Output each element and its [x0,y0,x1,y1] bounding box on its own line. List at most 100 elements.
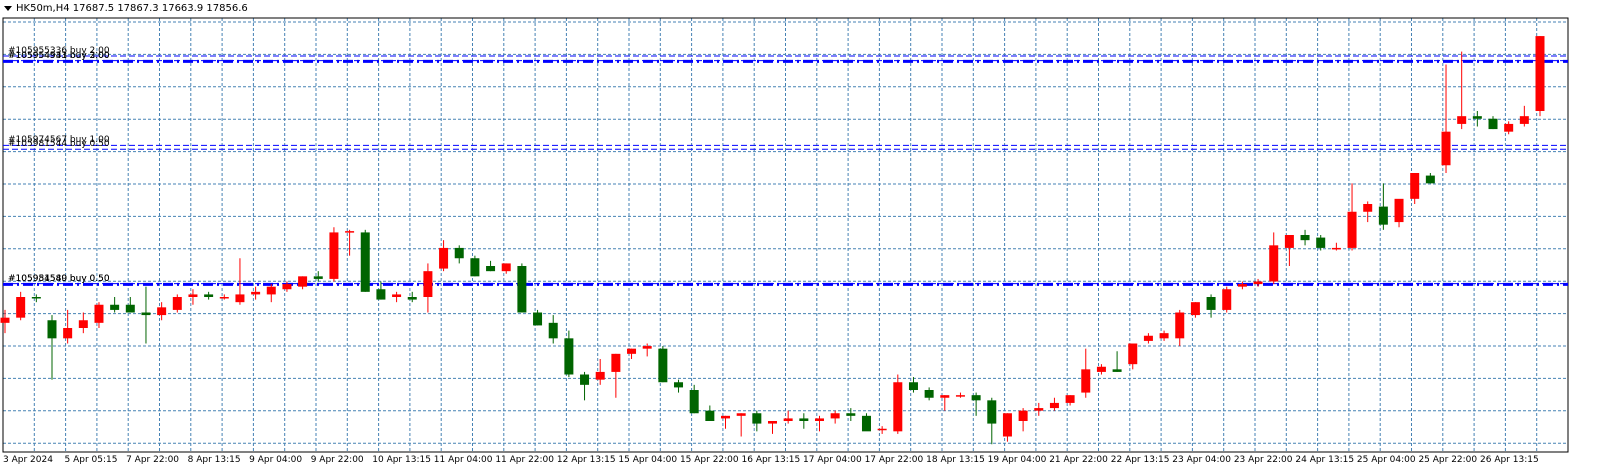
candle-body [924,390,934,398]
candle[interactable] [1488,116,1498,130]
candle-body [1457,116,1467,124]
candle-body [439,247,449,269]
candle[interactable] [94,302,104,328]
candle[interactable] [924,387,934,401]
candle[interactable] [16,291,26,321]
x-tick-label: 8 Apr 13:15 [187,455,241,465]
candle[interactable] [830,410,840,424]
candle[interactable] [611,353,621,398]
candle[interactable] [1457,51,1467,130]
candle[interactable] [110,297,120,313]
candle[interactable] [78,312,88,334]
candle[interactable] [329,227,339,282]
candle[interactable] [298,276,308,290]
x-tick-label: 25 Apr 04:00 [1356,455,1416,465]
candle-body [752,413,762,424]
candle[interactable] [360,229,370,292]
candle[interactable] [266,284,276,303]
candle-body [1065,395,1075,403]
candle[interactable] [219,294,229,300]
candle[interactable] [580,371,590,401]
candle[interactable] [1269,232,1279,285]
candle[interactable] [141,286,151,344]
candle[interactable] [642,343,652,357]
candle[interactable] [799,413,809,429]
candle-body [31,297,41,299]
candle[interactable] [595,359,605,385]
candle[interactable] [1300,229,1310,246]
candle[interactable] [955,392,965,398]
candle[interactable] [533,309,543,326]
candle[interactable] [1175,309,1185,347]
candle-body [955,395,965,397]
candle-body [1269,245,1279,282]
candle[interactable] [172,294,182,313]
candle-body [721,415,731,419]
candle[interactable] [752,410,762,432]
candle-body [1347,211,1357,248]
candle-body [642,346,652,349]
candle[interactable] [1222,286,1232,313]
candle[interactable] [423,263,433,313]
candle[interactable] [1002,413,1012,442]
candle[interactable] [627,348,637,359]
candle[interactable] [1237,281,1247,290]
candle-body [580,374,590,385]
candle[interactable] [1535,36,1545,117]
candle[interactable] [548,315,558,344]
candle-body [392,294,402,297]
candle[interactable] [1425,173,1435,184]
candle[interactable] [345,229,355,256]
candle[interactable] [501,263,511,274]
x-tick-label: 15 Apr 04:00 [618,455,678,465]
candle[interactable] [31,294,41,303]
candle[interactable] [1519,105,1529,127]
candle[interactable] [125,297,135,313]
candle[interactable] [1331,242,1341,251]
candle[interactable] [517,263,527,313]
candle-body [63,328,73,339]
candle[interactable] [705,405,715,422]
candle[interactable] [1112,351,1122,372]
candle[interactable] [204,291,214,300]
candle[interactable] [1394,198,1404,228]
candle[interactable] [407,291,417,303]
candle[interactable] [1363,201,1373,223]
candle[interactable] [47,315,57,380]
candle[interactable] [313,271,323,282]
candle[interactable] [689,384,699,414]
candle[interactable] [658,346,668,383]
candle[interactable] [877,426,887,434]
candle-body [971,395,981,401]
candle[interactable] [893,374,903,434]
order-label: #105981544 buy 0.50 [8,139,110,150]
candle-body [1081,369,1091,393]
candle[interactable] [439,240,449,272]
candle[interactable] [1081,348,1091,398]
candle[interactable] [736,413,746,437]
candle[interactable] [987,397,997,445]
candle[interactable] [251,286,261,300]
candle[interactable] [63,309,73,344]
candle[interactable] [721,415,731,429]
candle[interactable] [1049,397,1059,411]
candle[interactable] [768,421,777,434]
candle[interactable] [783,410,793,424]
price-chart[interactable] [0,0,1624,471]
chart-header[interactable]: HK50m,H4 17687.5 17867.3 17663.9 17856.6 [4,3,248,14]
candle-body [423,271,433,297]
candle[interactable] [564,330,574,378]
chevron-down-icon[interactable] [4,6,12,11]
candle-body [470,258,480,277]
candle[interactable] [1018,408,1028,432]
candle[interactable] [1206,294,1216,318]
candle[interactable] [486,260,496,272]
candle[interactable] [454,245,464,264]
candle[interactable] [392,291,402,303]
candle[interactable] [157,302,167,321]
candle[interactable] [1143,333,1153,344]
candle[interactable] [861,413,871,432]
candle[interactable] [470,255,480,277]
candle[interactable] [674,379,684,393]
candle[interactable] [188,289,198,305]
